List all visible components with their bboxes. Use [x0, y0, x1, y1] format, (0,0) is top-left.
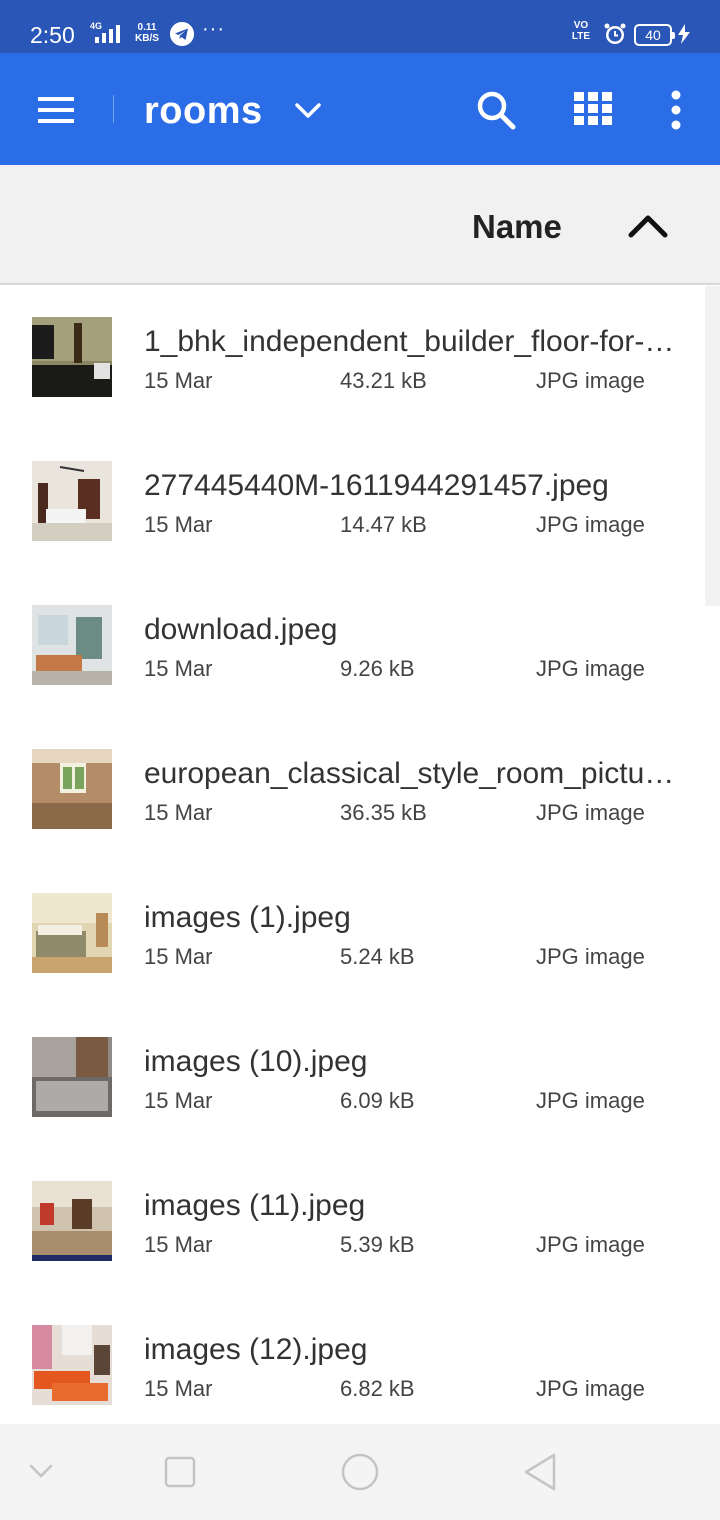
folder-title[interactable]: rooms [144, 89, 263, 133]
file-name: european_classical_style_room_picture.jp… [144, 757, 684, 790]
speed-unit: KB/S [135, 33, 159, 44]
volte-bottom: LTE [571, 31, 591, 42]
file-name: images (11).jpeg [144, 1189, 366, 1222]
signal-icon: 4G [90, 21, 120, 43]
network-speed: 0.11 KB/S [132, 22, 162, 44]
file-date: 15 Mar [144, 1088, 213, 1113]
more-vert-icon[interactable] [664, 89, 688, 131]
status-bar: 2:50 4G 0.11 KB/S ··· VO LTE 40 [0, 0, 720, 53]
list-item[interactable]: download.jpeg 15 Mar 9.26 kB JPG image [0, 574, 720, 718]
file-size: 5.24 kB [340, 944, 415, 969]
file-date: 15 Mar [144, 512, 213, 537]
file-type: JPG image [536, 1232, 645, 1257]
sort-label[interactable]: Name [472, 207, 562, 247]
file-type: JPG image [536, 512, 645, 537]
home-icon[interactable] [340, 1452, 380, 1492]
file-name: images (1).jpeg [144, 901, 351, 934]
file-size: 5.39 kB [340, 1232, 415, 1257]
search-icon[interactable] [475, 89, 517, 131]
list-item[interactable]: 1_bhk_independent_builder_floor-for-rent… [0, 286, 720, 430]
list-item[interactable]: 277445440M-1611944291457.jpeg 15 Mar 14.… [0, 430, 720, 574]
file-date: 15 Mar [144, 944, 213, 969]
thumbnail-image [32, 1037, 112, 1117]
volte-indicator: VO LTE [566, 20, 596, 42]
list-item[interactable]: images (10).jpeg 15 Mar 6.09 kB JPG imag… [0, 1006, 720, 1150]
list-item[interactable]: images (12).jpeg 15 Mar 6.82 kB JPG imag… [0, 1294, 720, 1424]
telegram-icon [170, 22, 194, 46]
navigation-bar [0, 1424, 720, 1520]
file-date: 15 Mar [144, 368, 213, 393]
thumbnail-image [32, 893, 112, 973]
file-name: 277445440M-1611944291457.jpeg [144, 469, 609, 502]
file-type: JPG image [536, 944, 645, 969]
chevron-up-icon[interactable] [626, 207, 670, 243]
chevron-down-icon[interactable] [293, 95, 323, 125]
file-date: 15 Mar [144, 1232, 213, 1257]
thumbnail-image [32, 1325, 112, 1405]
app-bar: rooms [0, 53, 720, 165]
nav-down-icon[interactable] [28, 1462, 54, 1480]
file-type: JPG image [536, 656, 645, 681]
file-date: 15 Mar [144, 800, 213, 825]
file-size: 9.26 kB [340, 656, 415, 681]
file-type: JPG image [536, 1376, 645, 1401]
file-type: JPG image [536, 1088, 645, 1113]
menu-icon[interactable] [36, 97, 76, 123]
thumbnail-image [32, 605, 112, 685]
battery-icon: 40 [634, 24, 675, 46]
thumbnail-image [32, 317, 112, 397]
file-type: JPG image [536, 800, 645, 825]
file-date: 15 Mar [144, 656, 213, 681]
file-list[interactable]: 1_bhk_independent_builder_floor-for-rent… [0, 286, 720, 1424]
thumbnail-image [32, 749, 112, 829]
file-name: download.jpeg [144, 613, 338, 646]
back-icon[interactable] [522, 1452, 558, 1492]
list-item[interactable]: images (1).jpeg 15 Mar 5.24 kB JPG image [0, 862, 720, 1006]
list-item[interactable]: european_classical_style_room_picture.jp… [0, 718, 720, 862]
file-type: JPG image [536, 368, 645, 393]
file-name: images (10).jpeg [144, 1045, 368, 1078]
app-bar-divider [113, 95, 114, 123]
file-name: images (12).jpeg [144, 1333, 368, 1366]
scrollbar[interactable] [705, 286, 720, 606]
list-item[interactable]: images (11).jpeg 15 Mar 5.39 kB JPG imag… [0, 1150, 720, 1294]
network-type: 4G [90, 21, 102, 31]
speed-value: 0.11 [137, 22, 157, 33]
grid-view-icon[interactable] [574, 92, 612, 126]
file-size: 14.47 kB [340, 512, 427, 537]
file-size: 36.35 kB [340, 800, 427, 825]
charging-icon [678, 24, 690, 44]
status-time: 2:50 [30, 22, 75, 48]
sort-header[interactable]: Name [0, 165, 720, 285]
file-name: 1_bhk_independent_builder_floor-for-rent… [144, 325, 684, 358]
file-size: 43.21 kB [340, 368, 427, 393]
thumbnail-image [32, 461, 112, 541]
thumbnail-image [32, 1181, 112, 1261]
volte-top: VO [573, 20, 589, 31]
more-notifications: ··· [202, 18, 225, 40]
recents-icon[interactable] [164, 1456, 196, 1488]
file-size: 6.09 kB [340, 1088, 415, 1113]
file-date: 15 Mar [144, 1376, 213, 1401]
file-size: 6.82 kB [340, 1376, 415, 1401]
alarm-icon [604, 23, 626, 44]
